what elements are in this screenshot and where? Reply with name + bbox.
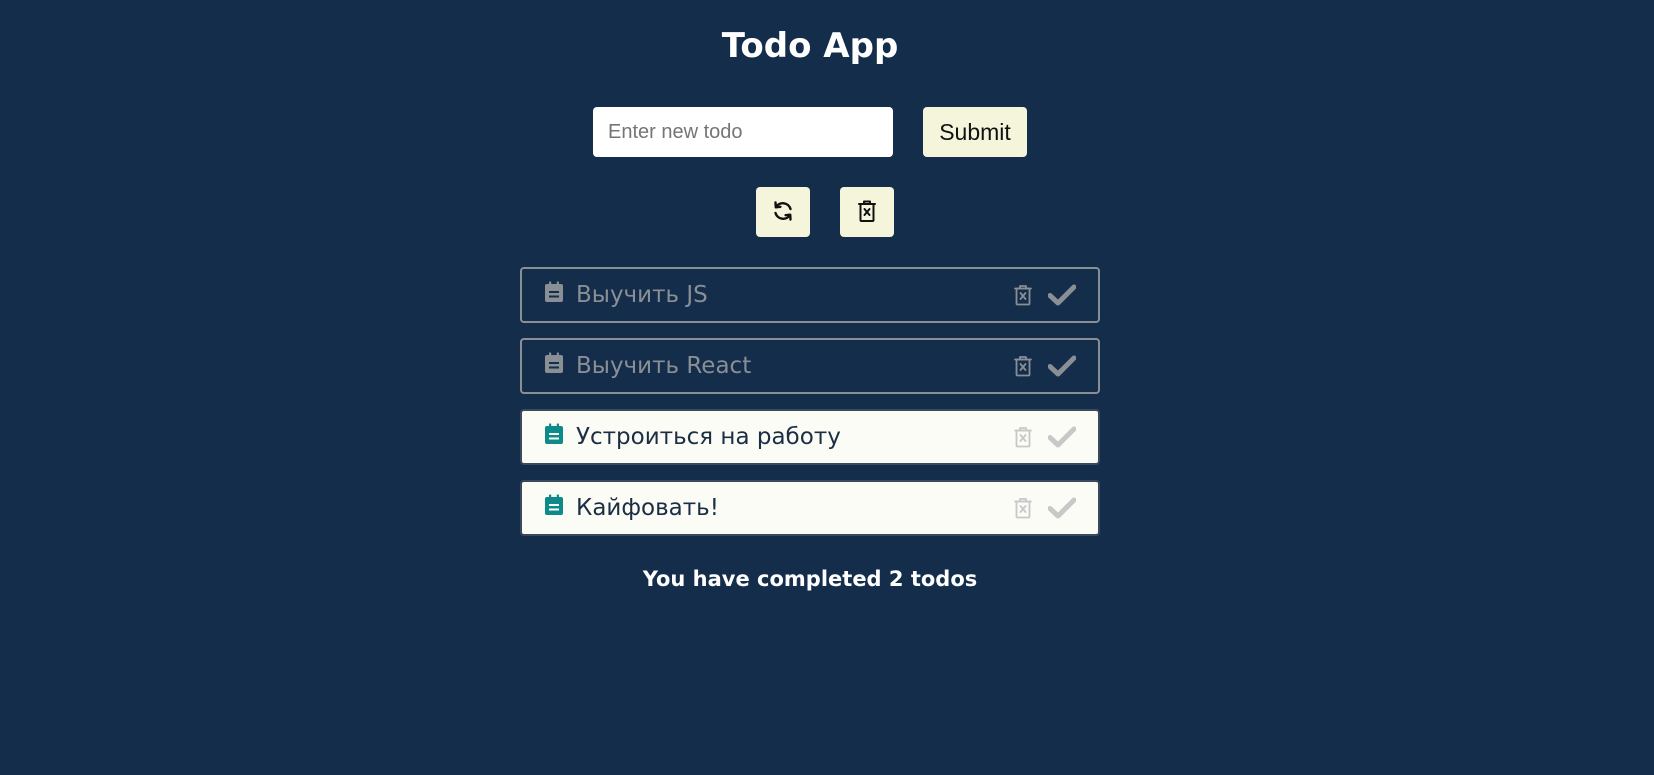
clear-completed-button[interactable] — [840, 187, 894, 237]
clipboard-icon — [544, 281, 564, 303]
complete-todo-icon[interactable] — [1047, 426, 1077, 448]
todo-text: Выучить React — [576, 353, 752, 379]
clipboard-icon — [544, 494, 564, 516]
delete-todo-icon[interactable] — [1013, 284, 1033, 306]
delete-todo-icon[interactable] — [1013, 497, 1033, 519]
todo-text: Выучить JS — [576, 282, 708, 308]
completed-summary: You have completed 2 todos — [642, 567, 978, 591]
complete-todo-icon[interactable] — [1047, 497, 1077, 519]
complete-todo-icon[interactable] — [1047, 284, 1077, 306]
todo-item[interactable]: Выучить JS — [520, 267, 1100, 323]
refresh-icon — [771, 199, 795, 226]
todo-item[interactable]: Устроиться на работу — [520, 409, 1100, 465]
todo-text: Кайфовать! — [576, 495, 719, 521]
trash-x-icon — [856, 199, 878, 226]
delete-todo-icon[interactable] — [1013, 426, 1033, 448]
refresh-button[interactable] — [756, 187, 810, 237]
complete-todo-icon[interactable] — [1047, 355, 1077, 377]
clipboard-icon — [544, 352, 564, 374]
submit-button[interactable]: Submit — [923, 107, 1027, 157]
clipboard-icon — [544, 423, 564, 445]
todo-list: Выучить JS Выучить React Устроиться на раб… — [520, 267, 1100, 551]
todo-text: Устроиться на работу — [576, 424, 841, 450]
todo-item[interactable]: Выучить React — [520, 338, 1100, 394]
new-todo-input[interactable] — [593, 107, 893, 157]
page-title: Todo App — [721, 26, 899, 66]
todo-item[interactable]: Кайфовать! — [520, 480, 1100, 536]
delete-todo-icon[interactable] — [1013, 355, 1033, 377]
